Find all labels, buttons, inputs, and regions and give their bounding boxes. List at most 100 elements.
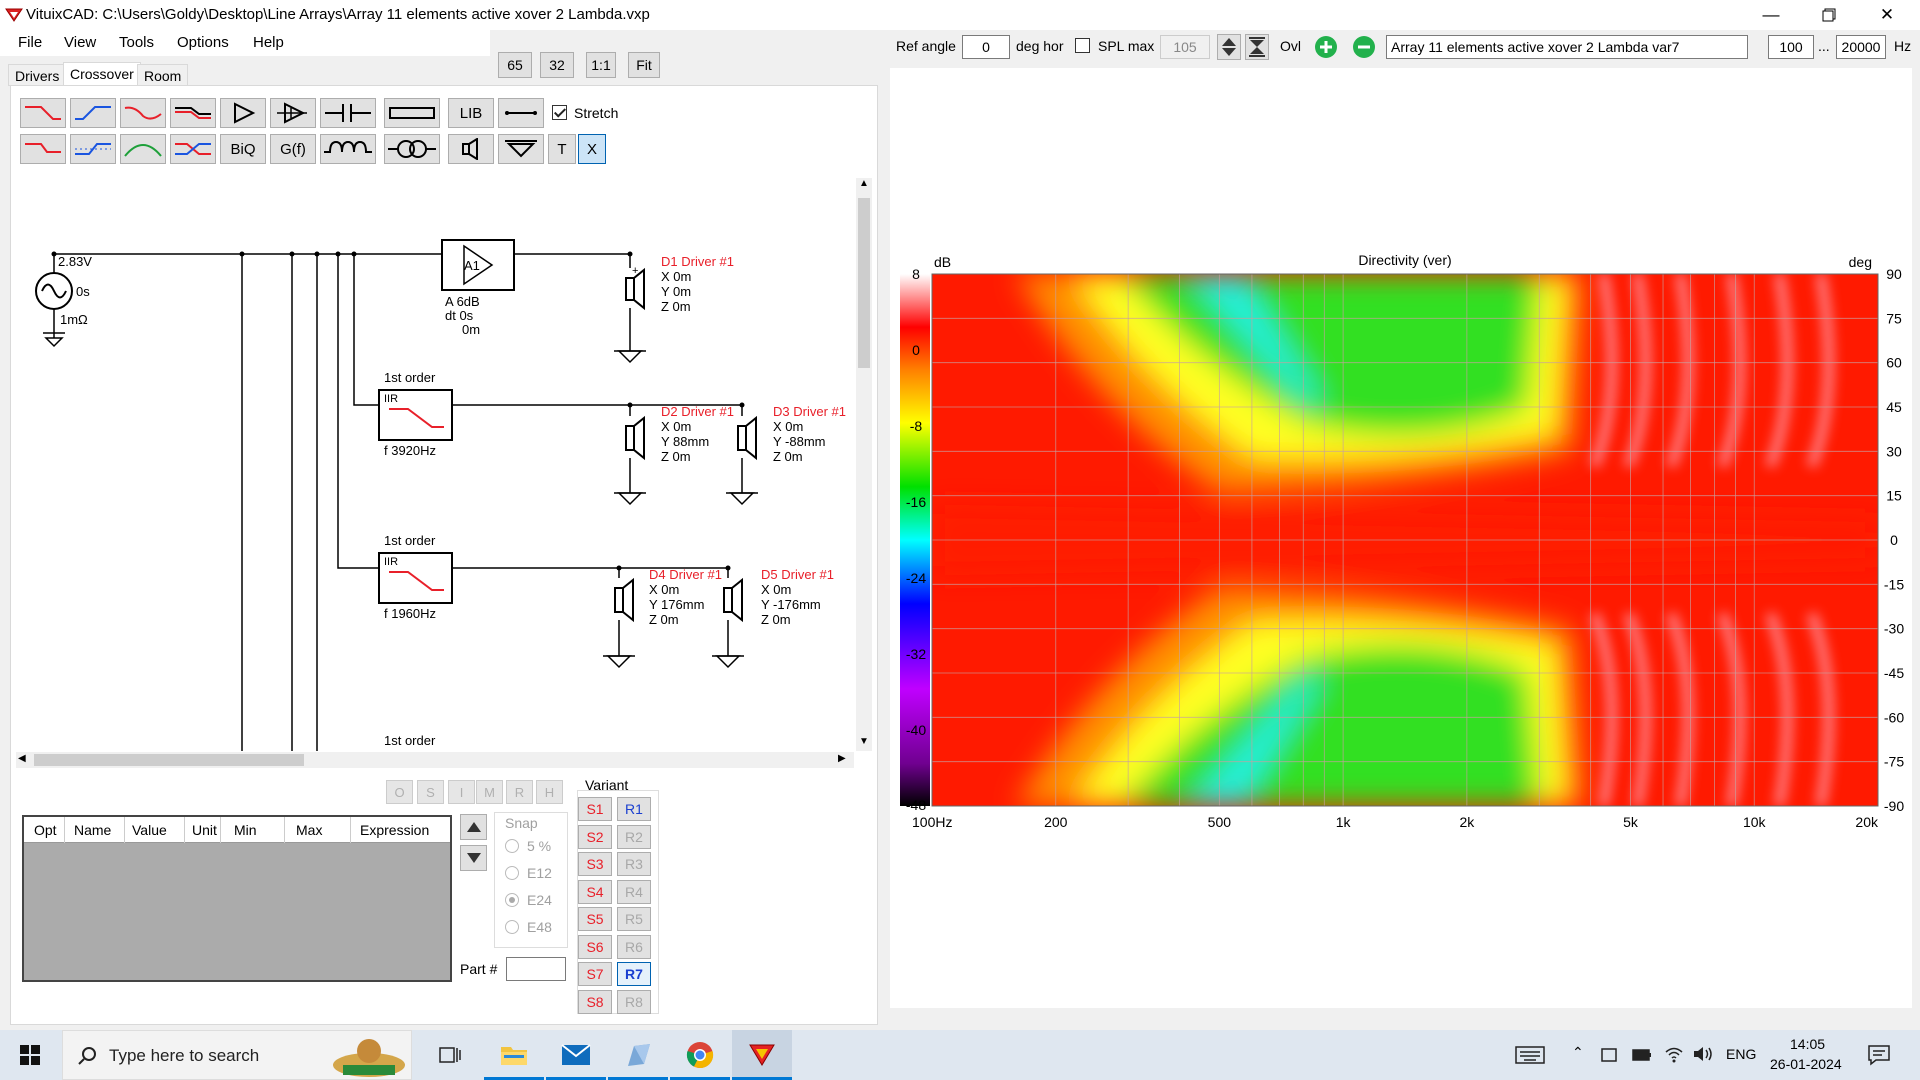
bandpass-button[interactable] <box>120 134 166 164</box>
lowpass2-button[interactable] <box>20 134 66 164</box>
variant-r2-button[interactable]: R2 <box>617 824 651 849</box>
variant-s8-button[interactable]: S8 <box>578 989 612 1014</box>
task-view-button[interactable] <box>420 1030 480 1080</box>
driver-button[interactable] <box>448 134 494 164</box>
variant-s4-button[interactable]: S4 <box>578 879 612 904</box>
col-max[interactable]: Max <box>296 822 322 838</box>
tab-room[interactable]: Room <box>137 64 189 86</box>
highpass-button[interactable] <box>70 98 116 128</box>
spl-max-input[interactable] <box>1160 35 1210 59</box>
move-down-button[interactable] <box>460 845 487 871</box>
battery-icon[interactable] <box>1632 1048 1652 1062</box>
spl-updown-button[interactable] <box>1217 34 1241 60</box>
menu-view[interactable]: View <box>64 34 96 51</box>
variant-s1-button[interactable]: S1 <box>578 797 612 821</box>
volume-icon[interactable] <box>1692 1045 1714 1063</box>
spl-max-checkbox[interactable] <box>1075 38 1090 53</box>
remove-overlay-button[interactable] <box>1350 34 1378 60</box>
variant-r5-button[interactable]: R5 <box>617 907 651 931</box>
schematic-vscrollbar[interactable]: ▲ ▼ <box>856 178 872 751</box>
opt-r-button[interactable]: R <box>506 780 533 804</box>
shelf-button[interactable] <box>170 98 216 128</box>
chrome-button[interactable] <box>670 1030 730 1080</box>
meet-now-icon[interactable] <box>1600 1046 1618 1064</box>
move-up-button[interactable] <box>460 814 487 840</box>
tray-chevron-icon[interactable]: ⌃ <box>1572 1044 1584 1061</box>
spl-fit-button[interactable] <box>1245 34 1269 60</box>
minimize-button[interactable]: — <box>1742 0 1800 30</box>
zoom-1to1-button[interactable]: 1:1 <box>586 52 616 78</box>
notch-button[interactable] <box>120 98 166 128</box>
amplifier-button[interactable] <box>220 98 266 128</box>
wire-button[interactable] <box>498 98 544 128</box>
schematic-canvas[interactable]: 2.83V 0s 1mΩ A1 A 6dB dt 0s 0m 1st order… <box>16 178 854 751</box>
vituixcad-taskbar-button[interactable] <box>732 1030 792 1080</box>
notifications-icon[interactable] <box>1868 1044 1890 1066</box>
mail-button[interactable] <box>546 1030 606 1080</box>
variant-s7-button[interactable]: S7 <box>578 962 612 986</box>
variant-s3-button[interactable]: S3 <box>578 852 612 876</box>
scroll-right-icon[interactable]: ▶ <box>838 753 846 764</box>
variant-r3-button[interactable]: R3 <box>617 852 651 876</box>
hscroll-thumb[interactable] <box>34 754 304 766</box>
scroll-down-icon[interactable]: ▼ <box>859 736 869 747</box>
col-unit[interactable]: Unit <box>192 822 217 838</box>
menu-options[interactable]: Options <box>177 34 229 51</box>
variant-r4-button[interactable]: R4 <box>617 879 651 904</box>
taskbar-search[interactable]: Type here to search <box>62 1030 412 1080</box>
freq-max-input[interactable] <box>1836 35 1886 59</box>
crossover-button[interactable] <box>170 134 216 164</box>
chart-panel[interactable]: Directivity (ver) dB deg 8 0 -8 -16 -24 -32 -40 -4… <box>890 68 1912 1008</box>
freq-min-input[interactable] <box>1768 35 1814 59</box>
transfer-function-button[interactable]: G(f) <box>270 134 316 164</box>
resistor-button[interactable] <box>384 98 440 128</box>
col-opt[interactable]: Opt <box>34 822 57 838</box>
variant-s5-button[interactable]: S5 <box>578 907 612 931</box>
inductor-button[interactable] <box>320 134 376 164</box>
restore-button[interactable] <box>1800 0 1858 30</box>
wifi-icon[interactable] <box>1664 1045 1684 1063</box>
ref-angle-input[interactable] <box>962 35 1010 59</box>
schematic-hscrollbar[interactable]: ◀ ▶ <box>16 752 854 768</box>
col-value[interactable]: Value <box>132 822 167 838</box>
file-explorer-button[interactable] <box>484 1030 544 1080</box>
biquad-button[interactable]: BiQ <box>220 134 266 164</box>
stretch-checkbox[interactable] <box>552 105 567 120</box>
tab-drivers[interactable]: Drivers <box>8 64 67 86</box>
keyboard-tray-button[interactable] <box>1500 1030 1560 1080</box>
snap-e48-radio[interactable] <box>505 920 519 934</box>
capacitor-button[interactable] <box>320 98 376 128</box>
opt-m-button[interactable]: M <box>476 780 503 804</box>
opt-s-button[interactable]: S <box>417 780 444 804</box>
part-number-input[interactable] <box>506 957 566 981</box>
library-button[interactable]: LIB <box>448 98 494 128</box>
opt-o-button[interactable]: O <box>386 780 413 804</box>
overlay-name-input[interactable] <box>1386 35 1748 59</box>
vscroll-thumb[interactable] <box>858 198 870 368</box>
buffer-button[interactable] <box>270 98 316 128</box>
variant-r7-button[interactable]: R7 <box>617 962 651 986</box>
col-min[interactable]: Min <box>234 822 257 838</box>
col-name[interactable]: Name <box>74 822 111 838</box>
variant-r6-button[interactable]: R6 <box>617 934 651 959</box>
clock-time[interactable]: 14:05 <box>1790 1036 1825 1052</box>
directivity-chart[interactable]: Directivity (ver) dB deg 8 0 -8 -16 -24 -32 -40 -4… <box>890 68 1912 1008</box>
clock-date[interactable]: 26-01-2024 <box>1770 1056 1842 1072</box>
opt-h-button[interactable]: H <box>536 780 563 804</box>
ground-button[interactable] <box>498 134 544 164</box>
zoom-65-button[interactable]: 65 <box>498 52 532 78</box>
menu-help[interactable]: Help <box>253 34 284 51</box>
menu-tools[interactable]: Tools <box>119 34 154 51</box>
transformer-button[interactable] <box>384 134 440 164</box>
start-button[interactable] <box>0 1030 60 1080</box>
variant-r8-button[interactable]: R8 <box>617 989 651 1014</box>
zoom-32-button[interactable]: 32 <box>540 52 574 78</box>
app-button[interactable] <box>608 1030 668 1080</box>
scroll-up-icon[interactable]: ▲ <box>859 178 869 189</box>
text-button[interactable]: T <box>548 134 576 164</box>
opt-i-button[interactable]: I <box>448 780 475 804</box>
language-indicator[interactable]: ENG <box>1726 1046 1756 1062</box>
variant-r1-button[interactable]: R1 <box>617 797 651 821</box>
col-expression[interactable]: Expression <box>360 822 429 838</box>
lowpass-button[interactable] <box>20 98 66 128</box>
